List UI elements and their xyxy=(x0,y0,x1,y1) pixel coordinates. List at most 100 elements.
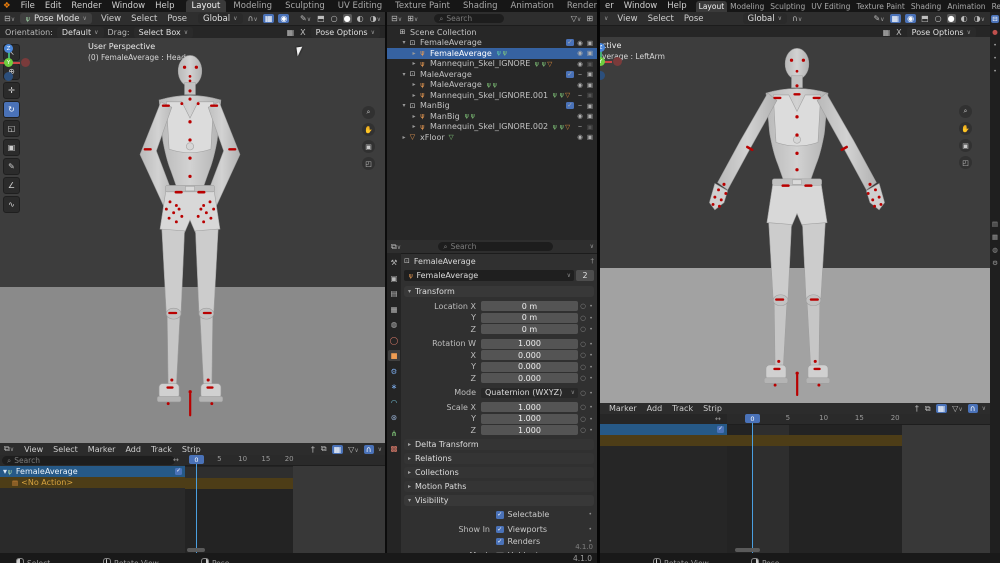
axis-x-neg-icon[interactable] xyxy=(613,57,622,66)
axis-z-icon[interactable]: Z xyxy=(4,44,13,53)
panel-header[interactable]: ▸Motion Paths xyxy=(404,481,594,492)
value-field[interactable]: 0 m xyxy=(481,324,578,334)
mirror-x-icon[interactable]: ▦ xyxy=(882,28,892,37)
lock-icon[interactable]: ○ xyxy=(578,389,588,397)
proportional-edit-icon[interactable]: ◉ xyxy=(278,14,289,23)
annotate-tool[interactable]: ✎ xyxy=(3,158,20,175)
viewport-menu-item[interactable]: Select xyxy=(643,14,679,24)
x-axis-icon[interactable]: X xyxy=(895,28,902,37)
lock-icon[interactable]: ○ xyxy=(578,403,588,411)
solid-shading-icon[interactable]: ● xyxy=(343,14,352,23)
editor-type-icon[interactable]: ⧉∨ xyxy=(3,444,15,454)
menu-item[interactable]: Window xyxy=(619,1,663,11)
playhead-line[interactable] xyxy=(752,414,753,553)
rendered-shading-icon[interactable]: ◑∨ xyxy=(973,14,986,23)
value-field[interactable]: 0.000 xyxy=(481,362,578,372)
nla-track-no-action[interactable]: ▤ <No Action> xyxy=(0,477,185,488)
axis-y-icon[interactable]: Y xyxy=(4,58,13,67)
material-shading-icon[interactable]: ◐ xyxy=(356,14,365,23)
eye-icon[interactable]: ◉ xyxy=(576,49,584,57)
expand-icon[interactable]: ↔ xyxy=(715,415,721,423)
pan-icon[interactable]: ✋ xyxy=(362,123,375,136)
value-field[interactable]: 1.000 xyxy=(481,414,578,424)
mode-selector[interactable]: ⋔ Pose Mode∨ xyxy=(20,13,92,24)
perspective-icon[interactable]: ◰ xyxy=(959,156,972,169)
value-field[interactable]: 0.000 xyxy=(481,350,578,360)
measure-tool[interactable]: ∠ xyxy=(3,177,20,194)
menu-item[interactable]: Edit xyxy=(40,1,66,11)
value-field[interactable]: 0 m xyxy=(481,313,578,323)
snap-magnet-icon[interactable]: ∩∨ xyxy=(791,14,803,23)
outliner-row[interactable]: ▾ ⊡ FemaleAverage ✓◉▣ xyxy=(387,38,597,49)
filter-icon[interactable]: ▽∨ xyxy=(570,14,583,23)
nla-menu-item[interactable]: Add xyxy=(120,445,146,454)
zoom-icon[interactable]: ⌕ xyxy=(362,106,375,119)
value-field[interactable]: 1.000 xyxy=(481,425,578,435)
current-frame-badge[interactable]: 0 xyxy=(745,414,760,423)
value-field[interactable]: 1.000 xyxy=(481,402,578,412)
snap-toggle-icon[interactable]: ▦ xyxy=(263,14,275,23)
outliner-row[interactable]: ▸ ⋔ MaleAverage ⋔⋔ ◉▣ xyxy=(387,80,597,91)
object-name-field[interactable]: ⋔ FemaleAverage xyxy=(404,270,574,281)
outliner-row[interactable]: ▾ ⊡ ManBig ✓⌣▣ xyxy=(387,101,597,112)
axis-z-neg-icon[interactable] xyxy=(4,72,13,81)
check-icon[interactable]: ✓ xyxy=(566,71,574,78)
nla-hscrollbar[interactable] xyxy=(735,548,760,552)
check-icon[interactable]: ✓ xyxy=(566,102,574,109)
proportional-edit-icon[interactable]: ◉ xyxy=(905,14,916,23)
view-mode-icon[interactable]: ▦ xyxy=(936,404,948,413)
outliner-search[interactable]: ⌕ Search xyxy=(434,14,504,23)
pin-icon[interactable]: † xyxy=(310,445,316,454)
workspace-tab[interactable]: Modeling xyxy=(227,0,278,12)
axis-x-neg-icon[interactable] xyxy=(21,58,30,67)
workspace-tab[interactable]: Animation xyxy=(944,1,988,12)
gizmo-toggle-icon[interactable]: ✎∨ xyxy=(872,14,885,23)
outliner-row[interactable]: ▸ ▽ xFloor ▽ ◉▣ xyxy=(387,132,597,143)
eye-icon[interactable]: ◉ xyxy=(576,112,584,120)
scale-tool[interactable]: ◱ xyxy=(3,120,20,137)
workspace-tab[interactable]: Modeling xyxy=(727,1,767,12)
eye-icon[interactable]: ◉ xyxy=(576,39,584,47)
users-count-badge[interactable]: 2 xyxy=(576,270,594,281)
outliner-row[interactable]: ▸ ⋔ Mannequin_Skel_IGNORE.001 ⋔⋔▽ ⌣▣ xyxy=(387,90,597,101)
camera-icon[interactable]: ▣ xyxy=(586,81,594,89)
lock-icon[interactable]: ○ xyxy=(578,374,588,382)
menu-item[interactable]: er xyxy=(600,1,619,11)
transform-panel-header[interactable]: ▾Transform xyxy=(404,286,594,297)
snap-toggle-icon[interactable]: ▦ xyxy=(890,14,902,23)
nla-hscrollbar[interactable] xyxy=(187,548,205,552)
nla-track-femaleaverage[interactable]: ▾ ⋔ FemaleAverage ✓ xyxy=(0,466,185,477)
pin-icon[interactable]: † xyxy=(914,404,920,413)
camera-icon[interactable]: ▣ xyxy=(586,49,594,57)
pose-options-dropdown[interactable]: Pose Options∨ xyxy=(907,27,976,38)
panel-icon[interactable]: ▦ xyxy=(992,233,998,241)
x-axis-icon[interactable]: X xyxy=(299,28,306,37)
viewport-menu-item[interactable]: View xyxy=(96,14,126,24)
camera-view-icon[interactable]: ▣ xyxy=(959,139,972,152)
orientation-selector[interactable]: Global∨ xyxy=(743,13,788,24)
value-field[interactable]: 1.000 xyxy=(481,339,578,349)
wireframe-shading-icon[interactable]: ○ xyxy=(934,14,943,23)
animate-dot-icon[interactable]: • xyxy=(588,389,594,397)
eye-closed-icon[interactable]: ⌣ xyxy=(576,101,584,110)
axis-z-neg-icon[interactable] xyxy=(600,71,605,80)
viewport-menu-item[interactable]: Pose xyxy=(679,14,709,24)
filter-icon[interactable]: ▽∨ xyxy=(951,404,964,413)
panel-header[interactable]: ▸Delta Transform xyxy=(404,439,594,450)
panel-icon[interactable]: ▤ xyxy=(992,220,998,228)
lock-icon[interactable]: ○ xyxy=(578,363,588,371)
axis-z-icon[interactable]: Z xyxy=(600,43,605,52)
animate-dot-icon[interactable]: • xyxy=(588,426,594,434)
nla-ruler-left[interactable]: 05101520 xyxy=(185,455,385,466)
eye-closed-icon[interactable]: ⌣ xyxy=(576,70,584,79)
eye-icon[interactable]: ◉ xyxy=(576,60,584,68)
check-icon[interactable]: ✓ xyxy=(566,39,574,46)
snap-magnet-icon[interactable]: ∩∨ xyxy=(247,14,259,23)
drag-dropdown[interactable]: Select Box∨ xyxy=(134,27,194,38)
panel-header[interactable]: ▸Relations xyxy=(404,453,594,464)
nla-search[interactable]: ⌕ Search xyxy=(2,456,175,465)
orientation-selector[interactable]: Global∨ xyxy=(198,13,243,24)
animate-dot-icon[interactable]: • xyxy=(588,403,594,411)
axis-y-icon[interactable]: Y xyxy=(600,57,605,66)
camera-dim-icon[interactable]: ▣ xyxy=(586,91,594,99)
